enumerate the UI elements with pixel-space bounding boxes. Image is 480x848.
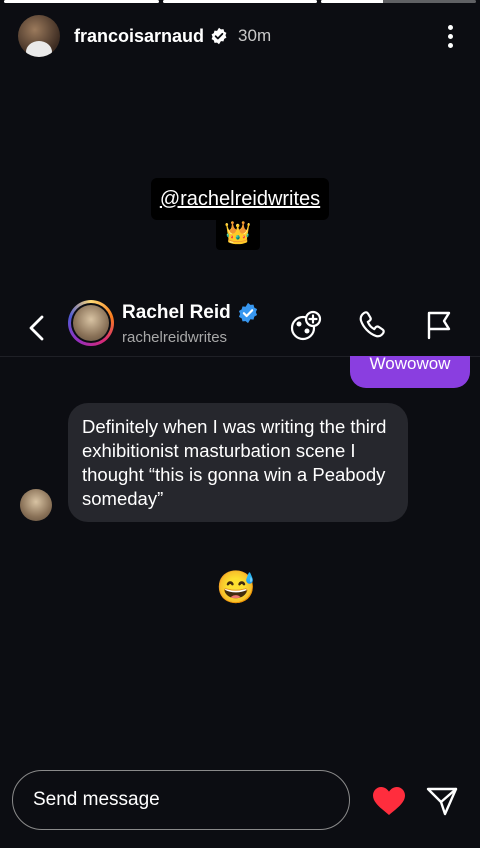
story-progress — [4, 0, 477, 3]
progress-segment-1 — [4, 0, 159, 3]
story-time: 30m — [238, 26, 272, 45]
mention-sticker[interactable]: @rachelreidwrites — [151, 178, 329, 220]
sent-message-text: Wowowow — [369, 354, 451, 373]
dm-name: Rachel Reid — [122, 302, 231, 323]
dm-header: Rachel Reid rachelreidwrites — [0, 296, 480, 357]
dm-avatar[interactable] — [68, 300, 114, 346]
send-icon[interactable] — [426, 786, 458, 816]
progress-segment-3 — [321, 0, 477, 3]
add-collab-icon[interactable] — [289, 310, 323, 342]
dm-name-row[interactable]: Rachel Reid — [122, 302, 259, 324]
story-footer: Send message — [0, 768, 480, 836]
verified-icon — [211, 27, 227, 45]
mention-text: @rachelreidwrites — [159, 187, 321, 210]
heart-icon[interactable] — [372, 786, 406, 816]
progress-segment-2 — [162, 0, 318, 3]
send-message-input[interactable]: Send message — [12, 770, 350, 830]
flag-icon[interactable] — [425, 310, 453, 340]
verified-icon — [238, 302, 257, 324]
story-header: francoisarnaud 30m — [18, 14, 462, 58]
send-message-placeholder: Send message — [33, 789, 160, 810]
crown-emoji: 👑 — [216, 216, 260, 250]
received-message-text: Definitely when I was writing the third … — [82, 416, 387, 509]
dm-handle: rachelreidwrites — [122, 329, 228, 346]
story-username[interactable]: francoisarnaud — [74, 26, 204, 47]
more-icon[interactable] — [438, 24, 462, 48]
received-message-bubble[interactable]: Definitely when I was writing the third … — [68, 403, 408, 522]
sent-message-bubble[interactable]: Wowowow — [350, 354, 470, 388]
reaction-emoji[interactable]: 😅 — [216, 568, 256, 606]
back-icon[interactable] — [26, 314, 48, 342]
phone-icon[interactable] — [358, 310, 386, 340]
sender-avatar — [20, 489, 52, 521]
story-avatar[interactable] — [18, 15, 60, 57]
